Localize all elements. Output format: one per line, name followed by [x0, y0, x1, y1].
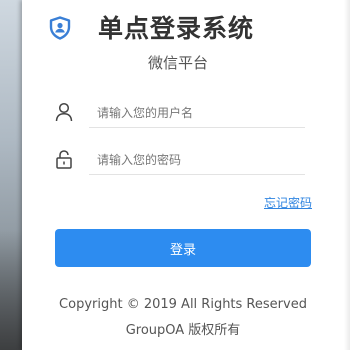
username-field	[52, 98, 308, 128]
background-image	[0, 0, 22, 350]
shield-people-icon	[49, 16, 71, 40]
app-title: 单点登录系统	[98, 14, 255, 43]
panel-edge	[344, 0, 350, 350]
copyright-text: Copyright © 2019 All Rights Reserved	[59, 297, 307, 312]
password-field	[52, 145, 308, 175]
username-input[interactable]	[89, 98, 305, 128]
company-text: GroupOA 版权所有	[125, 323, 241, 338]
password-input[interactable]	[89, 145, 305, 175]
lock-icon	[56, 150, 72, 169]
background-shade	[0, 230, 22, 350]
login-button[interactable]: 登录	[55, 229, 311, 267]
app-subtitle: 微信平台	[148, 54, 209, 72]
user-icon	[55, 102, 73, 122]
forgot-password-link[interactable]: 忘记密码	[264, 194, 312, 211]
login-screen: 单点登录系统 微信平台 忘记密码 登录 Copyright © 2019 All…	[0, 0, 350, 350]
